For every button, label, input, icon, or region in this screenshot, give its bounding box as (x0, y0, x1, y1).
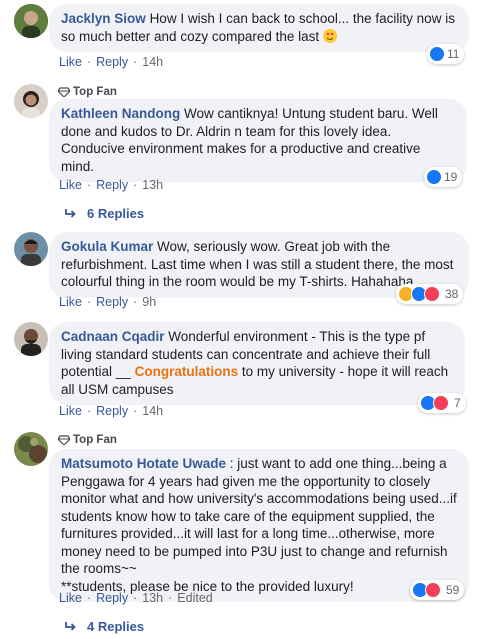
reply-arrow-icon (65, 208, 76, 218)
top-fan-badge: Top Fan (58, 434, 117, 446)
comment-text: : just want to add one thing...being a P… (61, 456, 457, 576)
commenter-name[interactable]: Jacklyn Siow (61, 11, 146, 26)
top-fan-label: Top Fan (73, 86, 117, 98)
diamond-icon (58, 435, 70, 445)
comment-actions: Like · Reply · 13h · Edited (59, 591, 213, 605)
reply-arrow-icon (65, 621, 76, 631)
reply-link[interactable]: Reply (96, 178, 128, 192)
commenter-name[interactable]: Cadnaan Cqadir (61, 329, 165, 344)
reply-link[interactable]: Reply (96, 591, 128, 605)
reply-link[interactable]: Reply (96, 55, 128, 69)
love-reaction-icon (425, 582, 441, 598)
timestamp[interactable]: 9h (142, 295, 156, 309)
like-link[interactable]: Like (59, 55, 82, 69)
like-link[interactable]: Like (59, 591, 82, 605)
view-replies-link[interactable]: 6 Replies (65, 206, 144, 221)
reaction-summary[interactable]: 38 (396, 284, 464, 304)
view-replies-link[interactable]: 4 Replies (65, 619, 144, 634)
timestamp[interactable]: 13h (142, 591, 163, 605)
comment-actions: Like · Reply · 14h (59, 404, 164, 418)
commenter-name[interactable]: Matsumoto Hotate Uwade (61, 456, 226, 471)
like-link[interactable]: Like (59, 178, 82, 192)
reaction-count: 7 (454, 396, 461, 410)
love-reaction-icon (433, 395, 449, 411)
like-link[interactable]: Like (59, 404, 82, 418)
heart-eyes-emoji-icon (322, 28, 337, 43)
reaction-count: 59 (446, 583, 460, 597)
edited-label: Edited (177, 591, 213, 605)
comment-bubble: Cadnaan Cqadir Wonderful environment - T… (49, 322, 465, 405)
reaction-summary[interactable]: 19 (424, 167, 463, 187)
like-link[interactable]: Like (59, 295, 82, 309)
comment-bubble: Jacklyn Siow How I wish I can back to sc… (49, 4, 469, 52)
reply-link[interactable]: Reply (96, 404, 128, 418)
reaction-summary[interactable]: 11 (427, 44, 465, 64)
reaction-count: 19 (444, 170, 458, 184)
replies-label: 4 Replies (87, 619, 145, 634)
top-fan-label: Top Fan (73, 434, 117, 446)
commenter-name[interactable]: Gokula Kumar (61, 239, 153, 254)
timestamp[interactable]: 13h (142, 178, 163, 192)
top-fan-badge: Top Fan (58, 86, 117, 98)
avatar[interactable] (14, 232, 48, 266)
replies-label: 6 Replies (87, 206, 145, 221)
avatar[interactable] (14, 432, 48, 466)
commenter-name[interactable]: Kathleen Nandong (61, 106, 180, 121)
highlighted-word: Congratulations (134, 364, 239, 379)
reply-link[interactable]: Reply (96, 295, 128, 309)
reaction-summary[interactable]: 7 (418, 393, 466, 413)
comment-bubble: Kathleen Nandong Wow cantiknya! Untung s… (49, 99, 467, 182)
avatar[interactable] (14, 4, 48, 38)
reaction-count: 11 (447, 47, 460, 61)
comment-actions: Like · Reply · 14h (59, 55, 164, 69)
comment-actions: Like · Reply · 13h (59, 178, 164, 192)
timestamp[interactable]: 14h (142, 404, 163, 418)
comment-actions: Like · Reply · 9h (59, 295, 157, 309)
reaction-count: 38 (445, 287, 459, 301)
timestamp[interactable]: 14h (142, 55, 163, 69)
like-reaction-icon (426, 169, 442, 185)
avatar[interactable] (14, 84, 48, 118)
reaction-summary[interactable]: 59 (410, 580, 465, 600)
love-reaction-icon (424, 286, 440, 302)
like-reaction-icon (429, 46, 445, 62)
avatar[interactable] (14, 322, 48, 356)
comment-bubble: Matsumoto Hotate Uwade : just want to ad… (49, 449, 469, 602)
diamond-icon (58, 87, 70, 97)
